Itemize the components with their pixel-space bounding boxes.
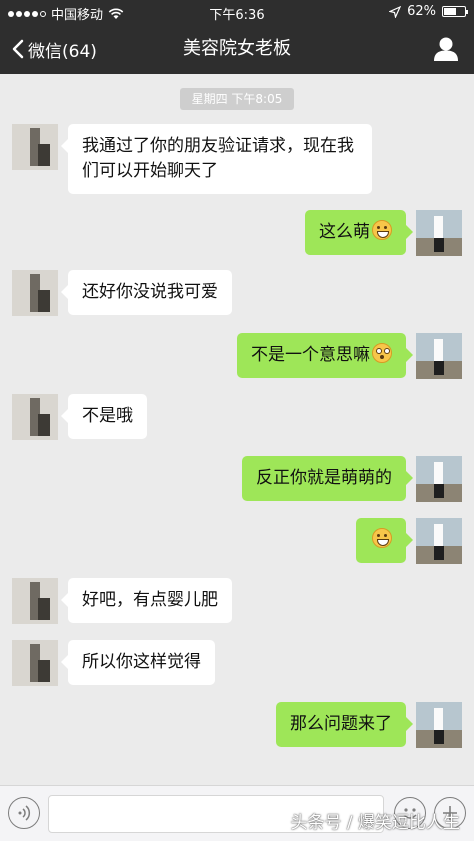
battery-icon xyxy=(442,6,468,17)
outgoing-message-bubble[interactable]: 反正你就是萌萌的 xyxy=(242,456,413,501)
surprised-face-icon xyxy=(372,343,392,363)
contact-avatar[interactable] xyxy=(12,578,58,624)
back-button[interactable]: 微信(64) xyxy=(12,24,97,74)
grinning-face-icon xyxy=(372,220,392,240)
incoming-message-bubble[interactable]: 我通过了你的朋友验证请求，现在我们可以开始聊天了 xyxy=(61,124,372,194)
person-icon[interactable] xyxy=(432,36,460,62)
message-text: 反正你就是萌萌的 xyxy=(256,468,392,488)
contact-avatar[interactable] xyxy=(12,394,58,440)
contact-avatar[interactable] xyxy=(12,640,58,686)
message-text: 我通过了你的朋友验证请求，现在我们可以开始聊天了 xyxy=(82,136,354,181)
outgoing-message-bubble[interactable]: 不是一个意思嘛 xyxy=(237,333,413,378)
incoming-message-bubble[interactable]: 还好你没说我可爱 xyxy=(61,270,232,315)
battery-level xyxy=(444,8,457,15)
location-arrow-icon xyxy=(389,5,402,18)
status-bar: 中国移动 下午6:36 62% xyxy=(0,0,474,24)
contact-avatar[interactable] xyxy=(12,124,58,170)
message-text: 那么问题来了 xyxy=(290,714,392,734)
voice-input-button[interactable] xyxy=(8,797,40,829)
my-avatar[interactable] xyxy=(416,518,462,564)
grinning-face-icon xyxy=(372,528,392,548)
incoming-message-bubble[interactable]: 所以你这样觉得 xyxy=(61,640,215,685)
outgoing-message-bubble[interactable]: 这么萌 xyxy=(305,210,413,255)
my-avatar[interactable] xyxy=(416,456,462,502)
message-text: 不是哦 xyxy=(82,406,133,426)
back-label: 微信(64) xyxy=(28,41,97,62)
outgoing-message-bubble[interactable] xyxy=(356,518,413,563)
watermark: 头条号 / 爆笑逗比人生 xyxy=(290,813,460,833)
incoming-message-bubble[interactable]: 好吧，有点婴儿肥 xyxy=(61,578,232,623)
message-text: 这么萌 xyxy=(319,222,370,242)
voice-icon xyxy=(18,804,30,821)
my-avatar[interactable] xyxy=(416,702,462,748)
outgoing-message-bubble[interactable]: 那么问题来了 xyxy=(276,702,413,747)
contact-avatar[interactable] xyxy=(12,270,58,316)
chat-header: 微信(64) 美容院女老板 xyxy=(0,24,474,74)
my-avatar[interactable] xyxy=(416,333,462,379)
incoming-message-bubble[interactable]: 不是哦 xyxy=(61,394,147,439)
message-text: 还好你没说我可爱 xyxy=(82,282,218,302)
my-avatar[interactable] xyxy=(416,210,462,256)
message-text: 好吧，有点婴儿肥 xyxy=(82,590,218,610)
message-text: 所以你这样觉得 xyxy=(82,652,201,672)
message-text: 不是一个意思嘛 xyxy=(251,345,370,365)
battery-percent: 62% xyxy=(407,4,436,19)
chevron-left-icon xyxy=(12,39,24,59)
message-timestamp: 星期四 下午8:05 xyxy=(180,88,294,110)
